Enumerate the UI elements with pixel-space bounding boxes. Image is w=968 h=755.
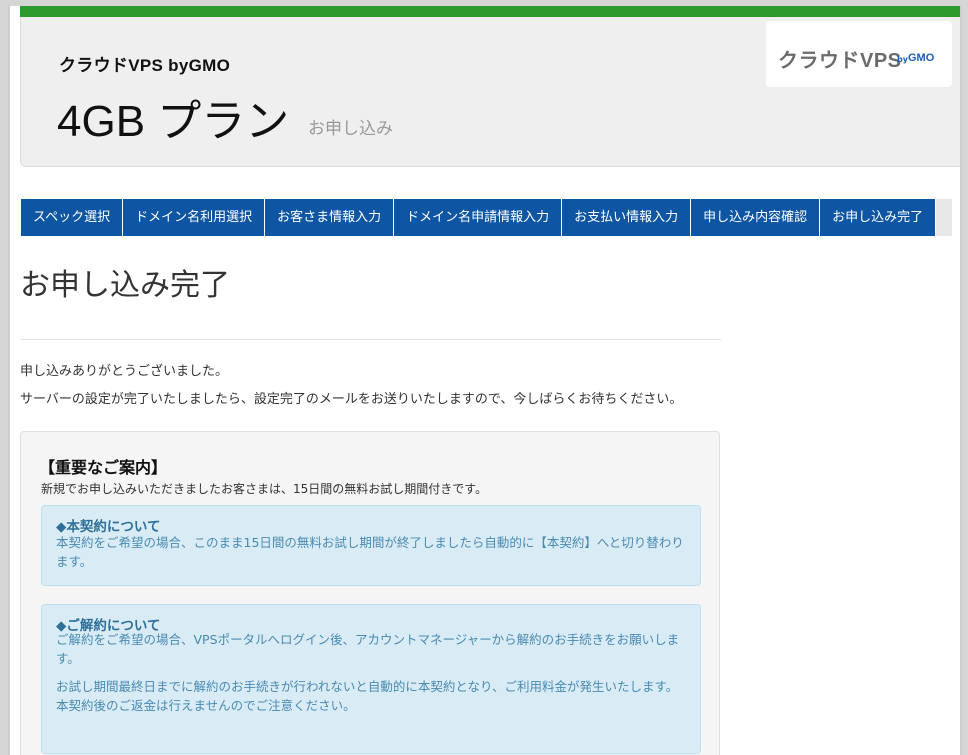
cancellation-info-box: ◆ご解約について ご解約をご希望の場合、VPSポータルへログイン後、アカウントマ… [41, 604, 701, 754]
step-confirm[interactable]: 申し込み内容確認 [691, 199, 821, 236]
nav-spacer [936, 199, 953, 236]
cancellation-body-1: ご解約をご希望の場合、VPSポータルへログイン後、アカウントマネージャーから解約… [56, 632, 680, 666]
contract-info-box: ◆本契約について 本契約をご希望の場合、このまま15日間の無料お試し期間が終了し… [41, 505, 701, 586]
divider [20, 339, 721, 340]
step-customer-info[interactable]: お客さま情報入力 [265, 199, 395, 236]
plan-title: 4GB プラン [57, 97, 290, 146]
logo-text: クラウドVPS [778, 50, 902, 72]
contract-body: 本契約をご希望の場合、このまま15日間の無料お試し期間が終了しましたら自動的に【… [56, 535, 684, 569]
page-title: お申し込み完了 [20, 268, 230, 303]
brand-name: クラウドVPS byGMO [59, 56, 231, 75]
contract-heading: ◆本契約について [56, 519, 161, 535]
step-domain-use[interactable]: ドメイン名利用選択 [123, 199, 266, 236]
thanks-message: 申し込みありがとうございました。 [20, 364, 229, 379]
logo-gmo-text: GMO [908, 52, 935, 64]
top-accent-bar [20, 6, 960, 17]
step-domain-application[interactable]: ドメイン名申請情報入力 [394, 199, 563, 236]
step-spec-select[interactable]: スペック選択 [21, 199, 124, 236]
notice-intro: 新規でお申し込みいただきましたお客さまは、15日間の無料お試し期間付きです。 [41, 482, 488, 496]
logo-by-text: by [897, 55, 908, 64]
step-payment-info[interactable]: お支払い情報入力 [562, 199, 692, 236]
plan-subtitle: お申し込み [308, 119, 393, 139]
setup-message: サーバーの設定が完了いたしましたら、設定完了のメールをお送りいたしますので、今し… [20, 392, 683, 407]
refund-note: 本契約後のご返金は行えませんのでご注意ください。 [56, 698, 356, 713]
browser-page: クラウドVPS byGMO 4GB プラン お申し込み クラウドVPS by G… [8, 6, 962, 755]
important-notice-panel: 【重要なご案内】 新規でお申し込みいただきましたお客さまは、15日間の無料お試し… [20, 431, 720, 755]
page-header: クラウドVPS byGMO 4GB プラン お申し込み クラウドVPS by G… [20, 17, 960, 167]
cancellation-warning: お試し期間最終日までに解約のお手続きが行われないと自動的に本契約となり、ご利用料… [56, 679, 679, 694]
step-complete[interactable]: お申し込み完了 [820, 199, 937, 236]
gmo-logo[interactable]: クラウドVPS by GMO [766, 21, 952, 87]
notice-title: 【重要なご案内】 [39, 458, 168, 477]
cancellation-body-2: お試し期間最終日までに解約のお手続きが行われないと自動的に本契約となり、ご利用料… [56, 677, 686, 715]
step-navigation: スペック選択 ドメイン名利用選択 お客さま情報入力 ドメイン名申請情報入力 お支… [21, 199, 953, 236]
